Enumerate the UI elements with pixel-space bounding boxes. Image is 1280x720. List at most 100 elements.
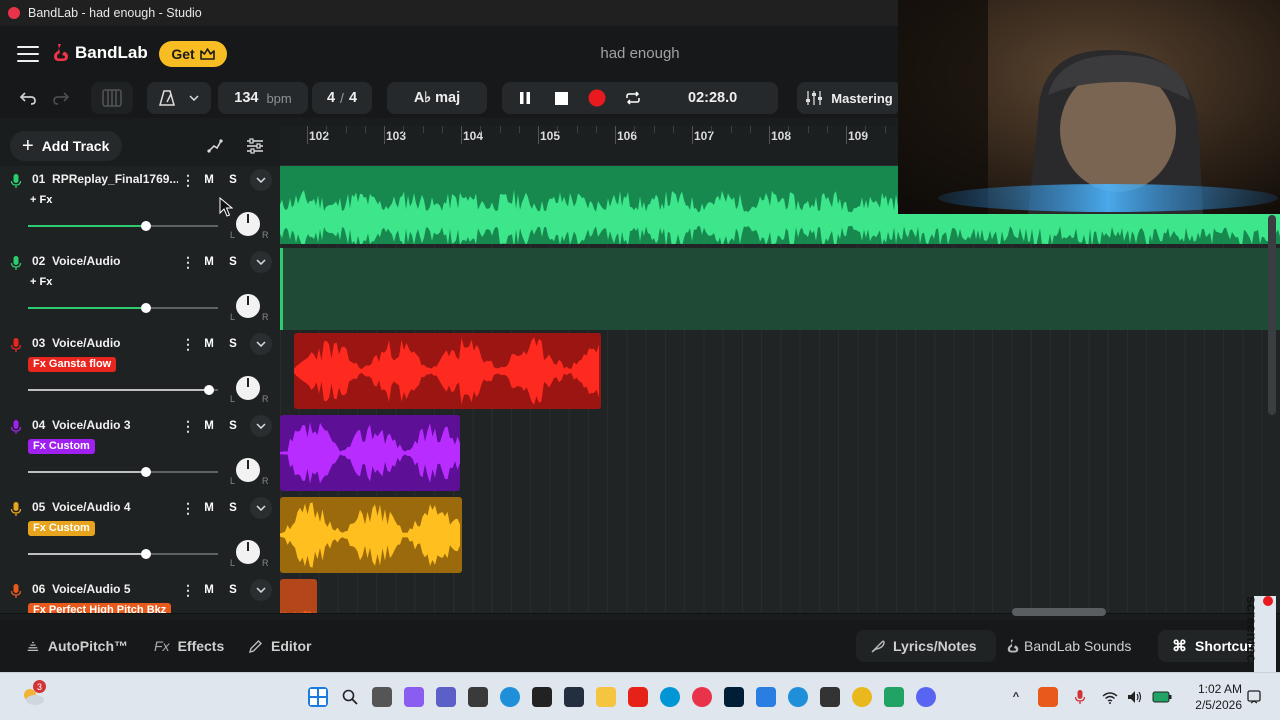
track-expand-button[interactable]	[250, 497, 272, 519]
track-header[interactable]: 01 RPReplay_Final1769... ⋮ M S + Fx L R	[0, 166, 280, 248]
app-icon-green[interactable]	[884, 687, 904, 707]
app-icon-a[interactable]	[532, 687, 552, 707]
track-more-options-icon[interactable]: ⋮	[181, 254, 195, 271]
pan-knob[interactable]	[236, 212, 260, 236]
mute-button[interactable]: M	[198, 333, 220, 355]
pan-knob[interactable]	[236, 294, 260, 318]
edge-dev-icon[interactable]	[788, 687, 808, 707]
track-header[interactable]: 02 Voice/Audio ⋮ M S + Fx L R	[0, 248, 280, 330]
mute-button[interactable]: M	[198, 579, 220, 601]
pan-knob[interactable]	[236, 376, 260, 400]
hp-icon[interactable]	[660, 687, 680, 707]
horizontal-scrollbar[interactable]	[1012, 608, 1106, 616]
photoshop-icon[interactable]	[724, 687, 744, 707]
track-fx-button[interactable]: Fx Gansta flow	[28, 357, 117, 372]
app-icon-c[interactable]	[756, 687, 776, 707]
audio-clip[interactable]	[280, 579, 317, 613]
project-title[interactable]: had enough	[560, 45, 720, 62]
track-fx-button[interactable]: Fx Custom	[28, 439, 95, 454]
mute-button[interactable]: M	[198, 497, 220, 519]
bandlab-sounds-button[interactable]: BandLab Sounds	[992, 630, 1146, 662]
track-header[interactable]: 03 Voice/Audio ⋮ M S Fx Gansta flow L R	[0, 330, 280, 412]
mute-button[interactable]: M	[198, 415, 220, 437]
discord-icon[interactable]	[916, 687, 936, 707]
volume-slider[interactable]	[28, 303, 218, 313]
track-more-options-icon[interactable]: ⋮	[181, 500, 195, 517]
track-expand-button[interactable]	[250, 169, 272, 191]
volume-icon[interactable]	[1125, 687, 1145, 707]
track-header[interactable]: 04 Voice/Audio 3 ⋮ M S Fx Custom L R	[0, 412, 280, 494]
volume-handle[interactable]	[140, 467, 151, 477]
bandlab-logo[interactable]: BandLab	[52, 43, 148, 63]
notifications-icon[interactable]	[1244, 687, 1264, 707]
track-name[interactable]: 05 Voice/Audio 4	[32, 500, 178, 514]
task-view-icon[interactable]	[372, 687, 392, 707]
track-name[interactable]: 01 RPReplay_Final1769...	[32, 172, 178, 186]
microphone-icon[interactable]	[10, 173, 22, 189]
volume-slider[interactable]	[28, 549, 218, 559]
undo-icon[interactable]	[17, 87, 39, 109]
track-settings-icon[interactable]	[244, 135, 266, 157]
volume-slider[interactable]	[28, 221, 218, 231]
tempo-field[interactable]: 134 bpm	[218, 82, 308, 114]
microphone-icon[interactable]	[10, 337, 22, 353]
solo-button[interactable]: S	[222, 415, 244, 437]
microphone-icon[interactable]	[10, 583, 22, 599]
mastering-button[interactable]: Mastering	[797, 82, 901, 114]
tray-chevron-up-icon[interactable]: ^	[1006, 687, 1026, 707]
track-more-options-icon[interactable]: ⋮	[181, 582, 195, 599]
audio-clip[interactable]	[280, 497, 462, 573]
mute-button[interactable]: M	[198, 169, 220, 191]
track-fx-button[interactable]: Fx Perfect High Pitch Bkz	[28, 603, 172, 613]
battery-icon[interactable]	[1152, 687, 1172, 707]
add-track-button[interactable]: + Add Track	[10, 131, 122, 161]
microphone-icon[interactable]	[10, 419, 22, 435]
solo-button[interactable]: S	[222, 251, 244, 273]
track-more-options-icon[interactable]: ⋮	[181, 172, 195, 189]
key-selector[interactable]: A♭ maj	[387, 82, 487, 114]
microphone-tray-icon[interactable]	[1070, 687, 1090, 707]
track-expand-button[interactable]	[250, 333, 272, 355]
microphone-icon[interactable]	[10, 255, 22, 271]
pan-knob[interactable]	[236, 540, 260, 564]
weather-widget[interactable]: 3	[20, 680, 46, 709]
lyrics-notes-button[interactable]: Lyrics/Notes	[856, 630, 996, 662]
track-lane[interactable]	[280, 494, 1280, 576]
track-lane[interactable]	[280, 248, 1280, 330]
track-name[interactable]: 04 Voice/Audio 3	[32, 418, 178, 432]
system-clock[interactable]: 1:02 AM 2/5/2026	[1195, 681, 1242, 713]
volume-slider[interactable]	[28, 385, 218, 395]
track-header[interactable]: 06 Voice/Audio 5 ⋮ M S Fx Perfect High Pitch…	[0, 576, 280, 613]
wifi-icon[interactable]	[1100, 687, 1120, 707]
track-name[interactable]: 03 Voice/Audio	[32, 336, 178, 350]
copilot-icon[interactable]	[404, 687, 424, 707]
tray-app-icon[interactable]	[1038, 687, 1058, 707]
pan-knob[interactable]	[236, 458, 260, 482]
volume-slider[interactable]	[28, 467, 218, 477]
bandlab-taskbar-icon[interactable]	[692, 687, 712, 707]
teams-icon[interactable]	[436, 687, 456, 707]
vertical-scrollbar[interactable]	[1268, 215, 1276, 415]
track-expand-button[interactable]	[250, 579, 272, 601]
microphone-icon[interactable]	[10, 501, 22, 517]
track-more-options-icon[interactable]: ⋮	[181, 418, 195, 435]
track-lane[interactable]	[280, 330, 1280, 412]
track-fx-button[interactable]: Fx Custom	[28, 521, 95, 536]
mute-button[interactable]: M	[198, 251, 220, 273]
track-lane[interactable]	[280, 576, 1280, 613]
piano-keys-button[interactable]	[91, 82, 133, 114]
pause-button[interactable]	[514, 91, 536, 105]
track-fx-button[interactable]: + Fx	[30, 275, 52, 290]
solo-button[interactable]: S	[222, 497, 244, 519]
track-name[interactable]: 02 Voice/Audio	[32, 254, 178, 268]
search-icon[interactable]	[340, 687, 360, 707]
track-fx-button[interactable]: + Fx	[30, 193, 52, 208]
autopitch-button[interactable]: AutoPitch™	[12, 630, 142, 662]
track-name[interactable]: 06 Voice/Audio 5	[32, 582, 178, 596]
track-expand-button[interactable]	[250, 415, 272, 437]
volume-handle[interactable]	[140, 303, 151, 313]
amazon-icon[interactable]	[564, 687, 584, 707]
file-explorer-icon[interactable]	[596, 687, 616, 707]
track-lane[interactable]	[280, 412, 1280, 494]
start-icon[interactable]	[308, 687, 328, 707]
